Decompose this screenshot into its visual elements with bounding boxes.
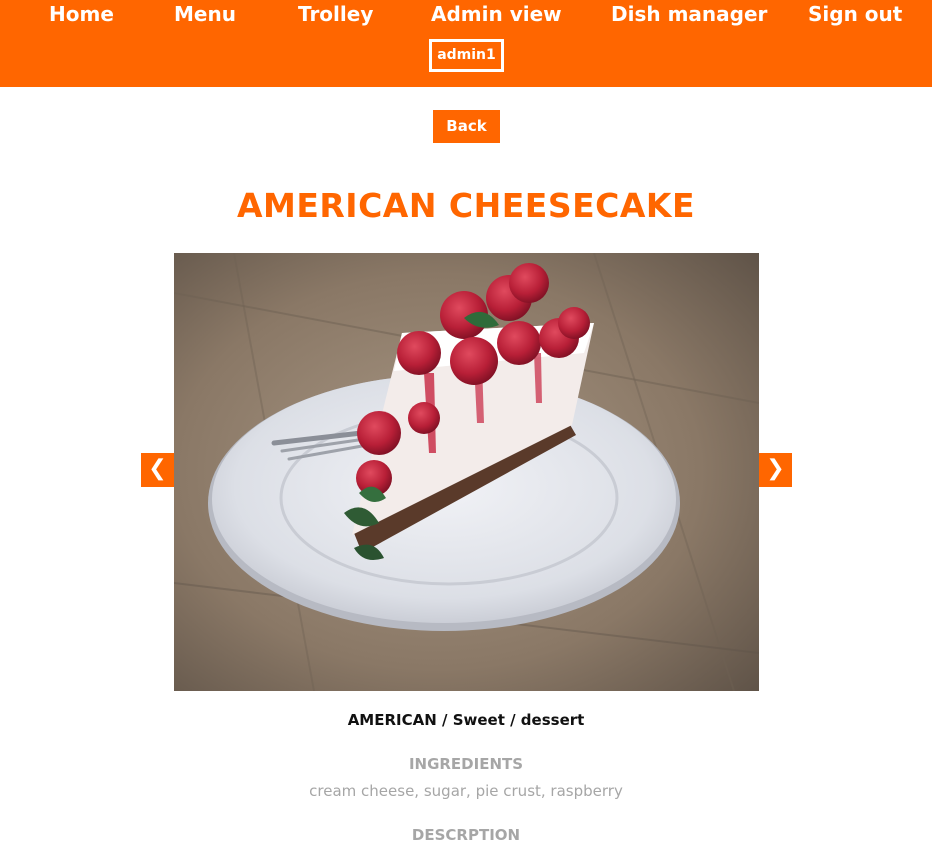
nav-menu-link[interactable]: Menu — [174, 2, 236, 26]
ingredients-text: cream cheese, sugar, pie crust, raspberr… — [309, 782, 623, 800]
nav-home-link[interactable]: Home — [49, 2, 114, 26]
ingredients-heading: INGREDIENTS — [408, 755, 524, 773]
nav-sign-out-link[interactable]: Sign out — [808, 2, 902, 26]
carousel-next-button[interactable]: ❯ — [759, 453, 792, 487]
carousel-prev-button[interactable]: ❮ — [141, 453, 174, 487]
top-nav-bar: Home Menu Trolley Admin view Dish manage… — [0, 0, 932, 87]
dish-category-line: AMERICAN / Sweet / dessert — [347, 711, 585, 729]
username-badge: admin1 — [429, 39, 504, 72]
nav-trolley-link[interactable]: Trolley — [298, 2, 373, 26]
dish-title: AMERICAN CHEESECAKE — [236, 186, 696, 225]
description-heading: DESCRPTION — [411, 826, 521, 844]
dish-photo — [174, 253, 759, 691]
nav-admin-view-link[interactable]: Admin view — [431, 2, 562, 26]
chevron-left-icon: ❮ — [148, 456, 167, 481]
nav-dish-manager-link[interactable]: Dish manager — [611, 2, 767, 26]
back-button[interactable]: Back — [433, 110, 500, 143]
chevron-right-icon: ❯ — [766, 456, 785, 481]
